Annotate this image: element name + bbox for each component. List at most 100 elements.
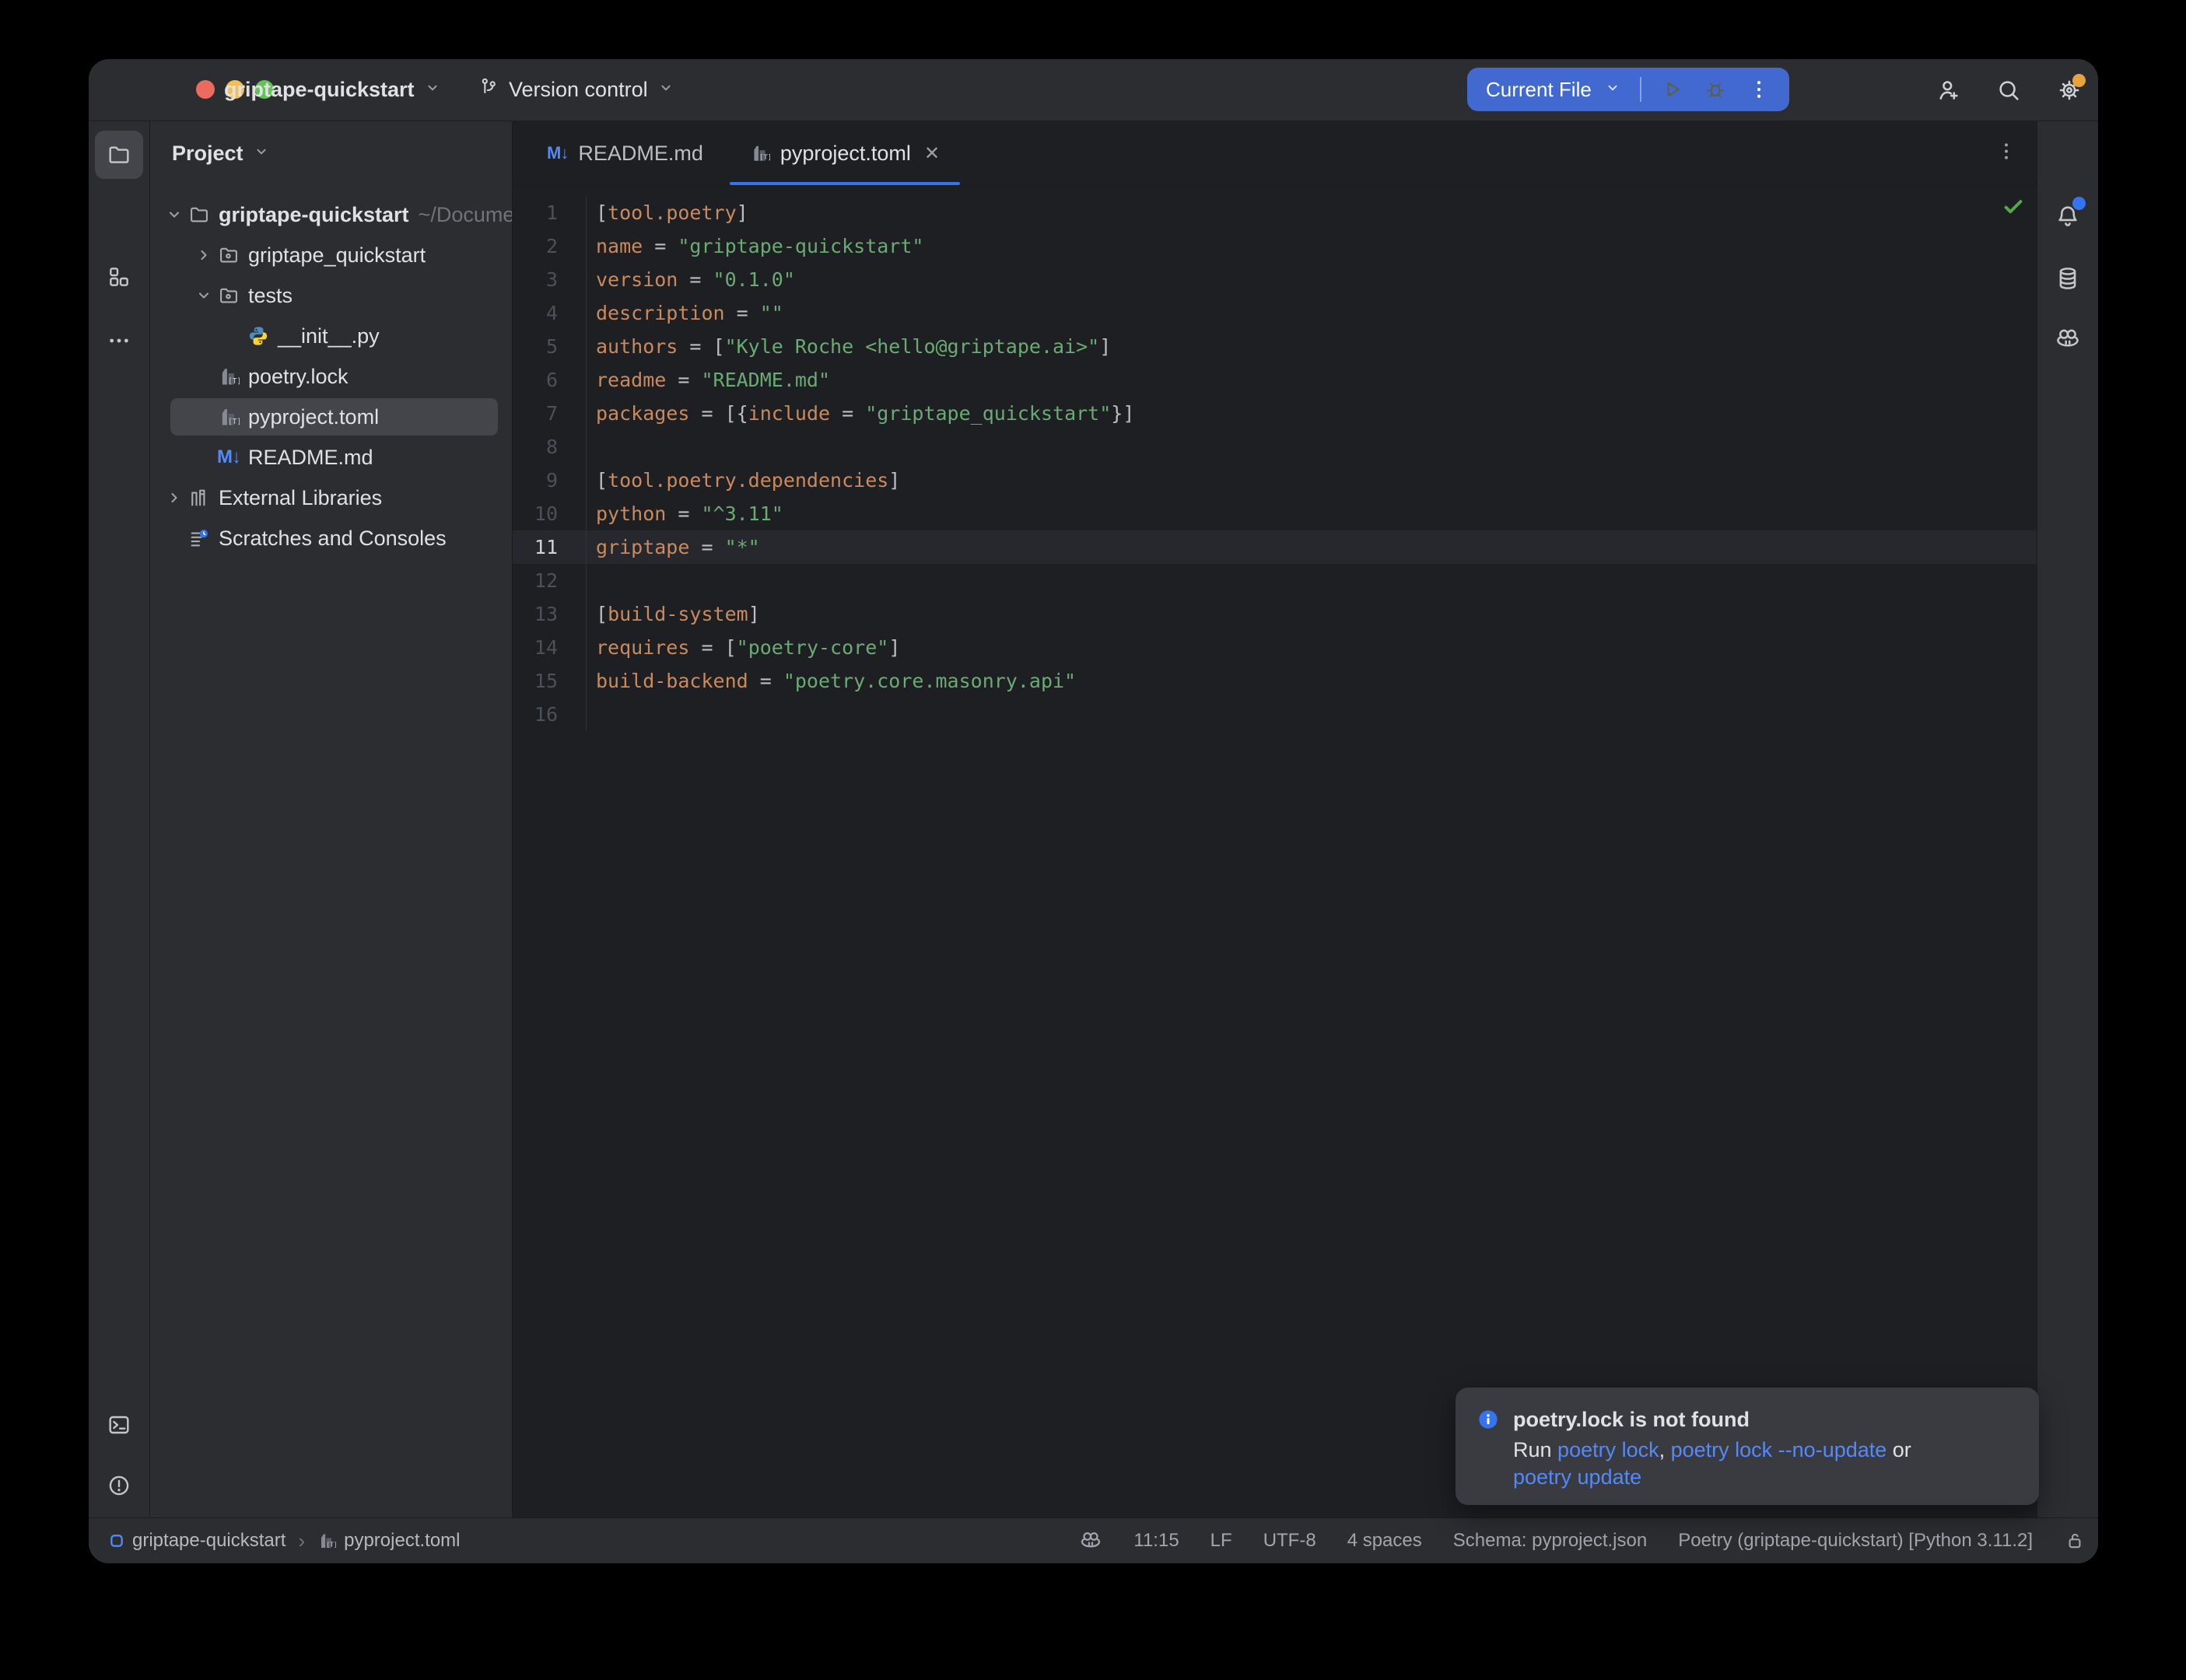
notification-link[interactable]: poetry update xyxy=(1513,1465,1641,1489)
code-line-15[interactable]: 15build-backend = "poetry.core.masonry.a… xyxy=(513,664,2037,698)
line-number: 5 xyxy=(513,330,587,363)
terminal-tool-button[interactable] xyxy=(95,1401,143,1449)
readonly-toggle[interactable] xyxy=(2064,1530,2086,1552)
more-tools-button[interactable] xyxy=(95,317,143,365)
chevron-right-icon[interactable] xyxy=(161,488,187,507)
settings-button[interactable] xyxy=(2056,77,2083,103)
svg-text:[T]: [T] xyxy=(228,377,240,386)
code-line-4[interactable]: 4 description = "" xyxy=(513,296,2037,330)
code-line-8[interactable]: 8 xyxy=(513,430,2037,464)
line-text: [tool.poetry] xyxy=(596,196,748,229)
run-button-play-icon[interactable] xyxy=(1660,78,1683,101)
vcs-selector[interactable]: Version control xyxy=(478,59,674,121)
tab-pyproject-toml[interactable]: [T]pyproject.toml✕ xyxy=(727,121,963,185)
code-line-7[interactable]: 7packages = [{include = "griptape_quicks… xyxy=(513,397,2037,430)
ai-assistant-status[interactable] xyxy=(1079,1529,1102,1552)
add-user-button[interactable] xyxy=(1935,77,1961,103)
problems-tool-button[interactable] xyxy=(95,1461,143,1510)
update-badge xyxy=(2072,74,2086,87)
line-number: 15 xyxy=(513,664,587,698)
info-icon xyxy=(1477,1409,1499,1436)
tree-item--init-py[interactable]: __init__.py xyxy=(150,316,512,356)
line-text: readme = "README.md" xyxy=(596,363,830,397)
tree-item-poetry-lock[interactable]: [T] poetry.lock xyxy=(150,356,512,397)
tab-label: README.md xyxy=(578,142,703,166)
line-text: [build-system] xyxy=(596,597,760,631)
caret-position[interactable]: 11:15 xyxy=(1133,1530,1179,1552)
json-schema[interactable]: Schema: pyproject.json xyxy=(1453,1530,1647,1552)
chevron-down-icon xyxy=(657,78,674,102)
notification-link[interactable]: poetry lock xyxy=(1557,1438,1659,1461)
code-line-14[interactable]: 14requires = ["poetry-core"] xyxy=(513,631,2037,664)
run-configuration-widget[interactable]: Current File xyxy=(1467,68,1789,111)
notifications-button[interactable] xyxy=(2044,192,2092,240)
project-tool-button[interactable] xyxy=(95,131,143,179)
notification-link[interactable]: poetry lock --no-update xyxy=(1671,1438,1887,1461)
chevron-right-icon[interactable] xyxy=(191,246,217,264)
project-panel-header[interactable]: Project xyxy=(172,121,270,185)
python-interpreter[interactable]: Poetry (griptape-quickstart) [Python 3.1… xyxy=(1678,1530,2033,1552)
code-line-16[interactable]: 16 xyxy=(513,698,2037,731)
status-bar: griptape-quickstart›[T]pyproject.toml 11… xyxy=(89,1517,2098,1563)
code-line-11[interactable]: 11griptape = "*" xyxy=(513,530,2037,564)
tree-item-external-libraries[interactable]: External Libraries xyxy=(150,478,512,518)
code-line-10[interactable]: 10python = "^3.11" xyxy=(513,497,2037,530)
module-icon xyxy=(109,1533,124,1549)
tree-item-griptape-quickstart[interactable]: griptape_quickstart xyxy=(150,235,512,275)
tree-item-readme-md[interactable]: M↓README.md xyxy=(150,437,512,478)
line-text: authors = ["Kyle Roche <hello@griptape.a… xyxy=(596,330,1111,363)
line-text: description = "" xyxy=(596,296,783,330)
file-encoding[interactable]: UTF-8 xyxy=(1263,1530,1316,1552)
line-text: version = "0.1.0" xyxy=(596,263,795,296)
toml-icon: [T] xyxy=(217,365,240,388)
code-line-9[interactable]: 9[tool.poetry.dependencies] xyxy=(513,464,2037,497)
project-path: ~/Docume xyxy=(419,203,512,227)
notification-body: Run poetry lock, poetry lock --no-update… xyxy=(1513,1437,2011,1491)
search-everywhere-button[interactable] xyxy=(1995,77,2022,103)
ai-assistant-button[interactable] xyxy=(2044,315,2092,363)
breadcrumb-label: griptape-quickstart xyxy=(132,1530,286,1552)
tree-item-label: __init__.py xyxy=(278,324,380,348)
breadcrumb-project[interactable]: griptape-quickstart xyxy=(109,1530,286,1552)
structure-tool-button[interactable] xyxy=(95,253,143,301)
chevron-down-icon[interactable] xyxy=(191,286,217,305)
python-icon xyxy=(247,324,270,348)
code-line-12[interactable]: 12 xyxy=(513,564,2037,597)
tree-item-label: pyproject.toml xyxy=(248,405,379,429)
tree-item-label: poetry.lock xyxy=(248,365,349,389)
close-window-button[interactable] xyxy=(196,80,215,99)
notification-title: poetry.lock is not found xyxy=(1513,1407,2011,1433)
line-number: 16 xyxy=(513,698,587,731)
close-tab-icon[interactable]: ✕ xyxy=(924,142,940,165)
tree-item-pyproject-toml[interactable]: [T]pyproject.toml xyxy=(150,397,512,437)
chevron-down-icon[interactable] xyxy=(161,205,187,224)
line-number: 13 xyxy=(513,597,587,631)
code-line-13[interactable]: 13 [build-system] xyxy=(513,597,2037,631)
debug-button-bug-icon[interactable] xyxy=(1704,78,1727,101)
tree-item-scratches-and-consoles[interactable]: Scratches and Consoles xyxy=(150,518,512,558)
editor-tab-bar: M↓README.md[T]pyproject.toml✕ xyxy=(513,121,2037,186)
code-line-2[interactable]: 2name = "griptape-quickstart" xyxy=(513,229,2037,263)
tree-item-griptape-quickstart[interactable]: griptape-quickstart~/Docume xyxy=(150,194,512,235)
code-line-1[interactable]: 1[tool.poetry] xyxy=(513,196,2037,229)
indent-style[interactable]: 4 spaces xyxy=(1347,1530,1422,1552)
code-line-5[interactable]: 5 authors = ["Kyle Roche <hello@griptape.… xyxy=(513,330,2037,363)
database-tool-button[interactable] xyxy=(2044,254,2092,303)
project-panel-title: Project xyxy=(172,142,243,166)
notification-text: Run xyxy=(1513,1438,1557,1461)
inspections-ok-check-icon[interactable] xyxy=(2002,195,2025,223)
status-widgets: 11:15 LF UTF-8 4 spaces Schema: pyproject.js… xyxy=(1079,1529,2086,1552)
line-number: 4 xyxy=(513,296,587,330)
breadcrumb: griptape-quickstart›[T]pyproject.toml xyxy=(109,1529,461,1553)
tree-item-tests[interactable]: tests xyxy=(150,275,512,316)
breadcrumb-file[interactable]: [T]pyproject.toml xyxy=(317,1530,460,1552)
project-selector[interactable]: griptape-quickstart xyxy=(224,59,441,121)
ide-window: griptape-quickstart Version control Curr… xyxy=(89,59,2098,1563)
tab-readme-md[interactable]: M↓README.md xyxy=(524,121,727,185)
tab-options-kebab-icon[interactable] xyxy=(1995,141,2017,166)
project-panel: Project griptape-quickstart~/Documegript… xyxy=(150,121,512,1518)
code-line-3[interactable]: 3version = "0.1.0" xyxy=(513,263,2037,296)
run-more-button-kebab-icon[interactable] xyxy=(1747,78,1771,101)
line-separator[interactable]: LF xyxy=(1210,1530,1232,1552)
code-line-6[interactable]: 6readme = "README.md" xyxy=(513,363,2037,397)
